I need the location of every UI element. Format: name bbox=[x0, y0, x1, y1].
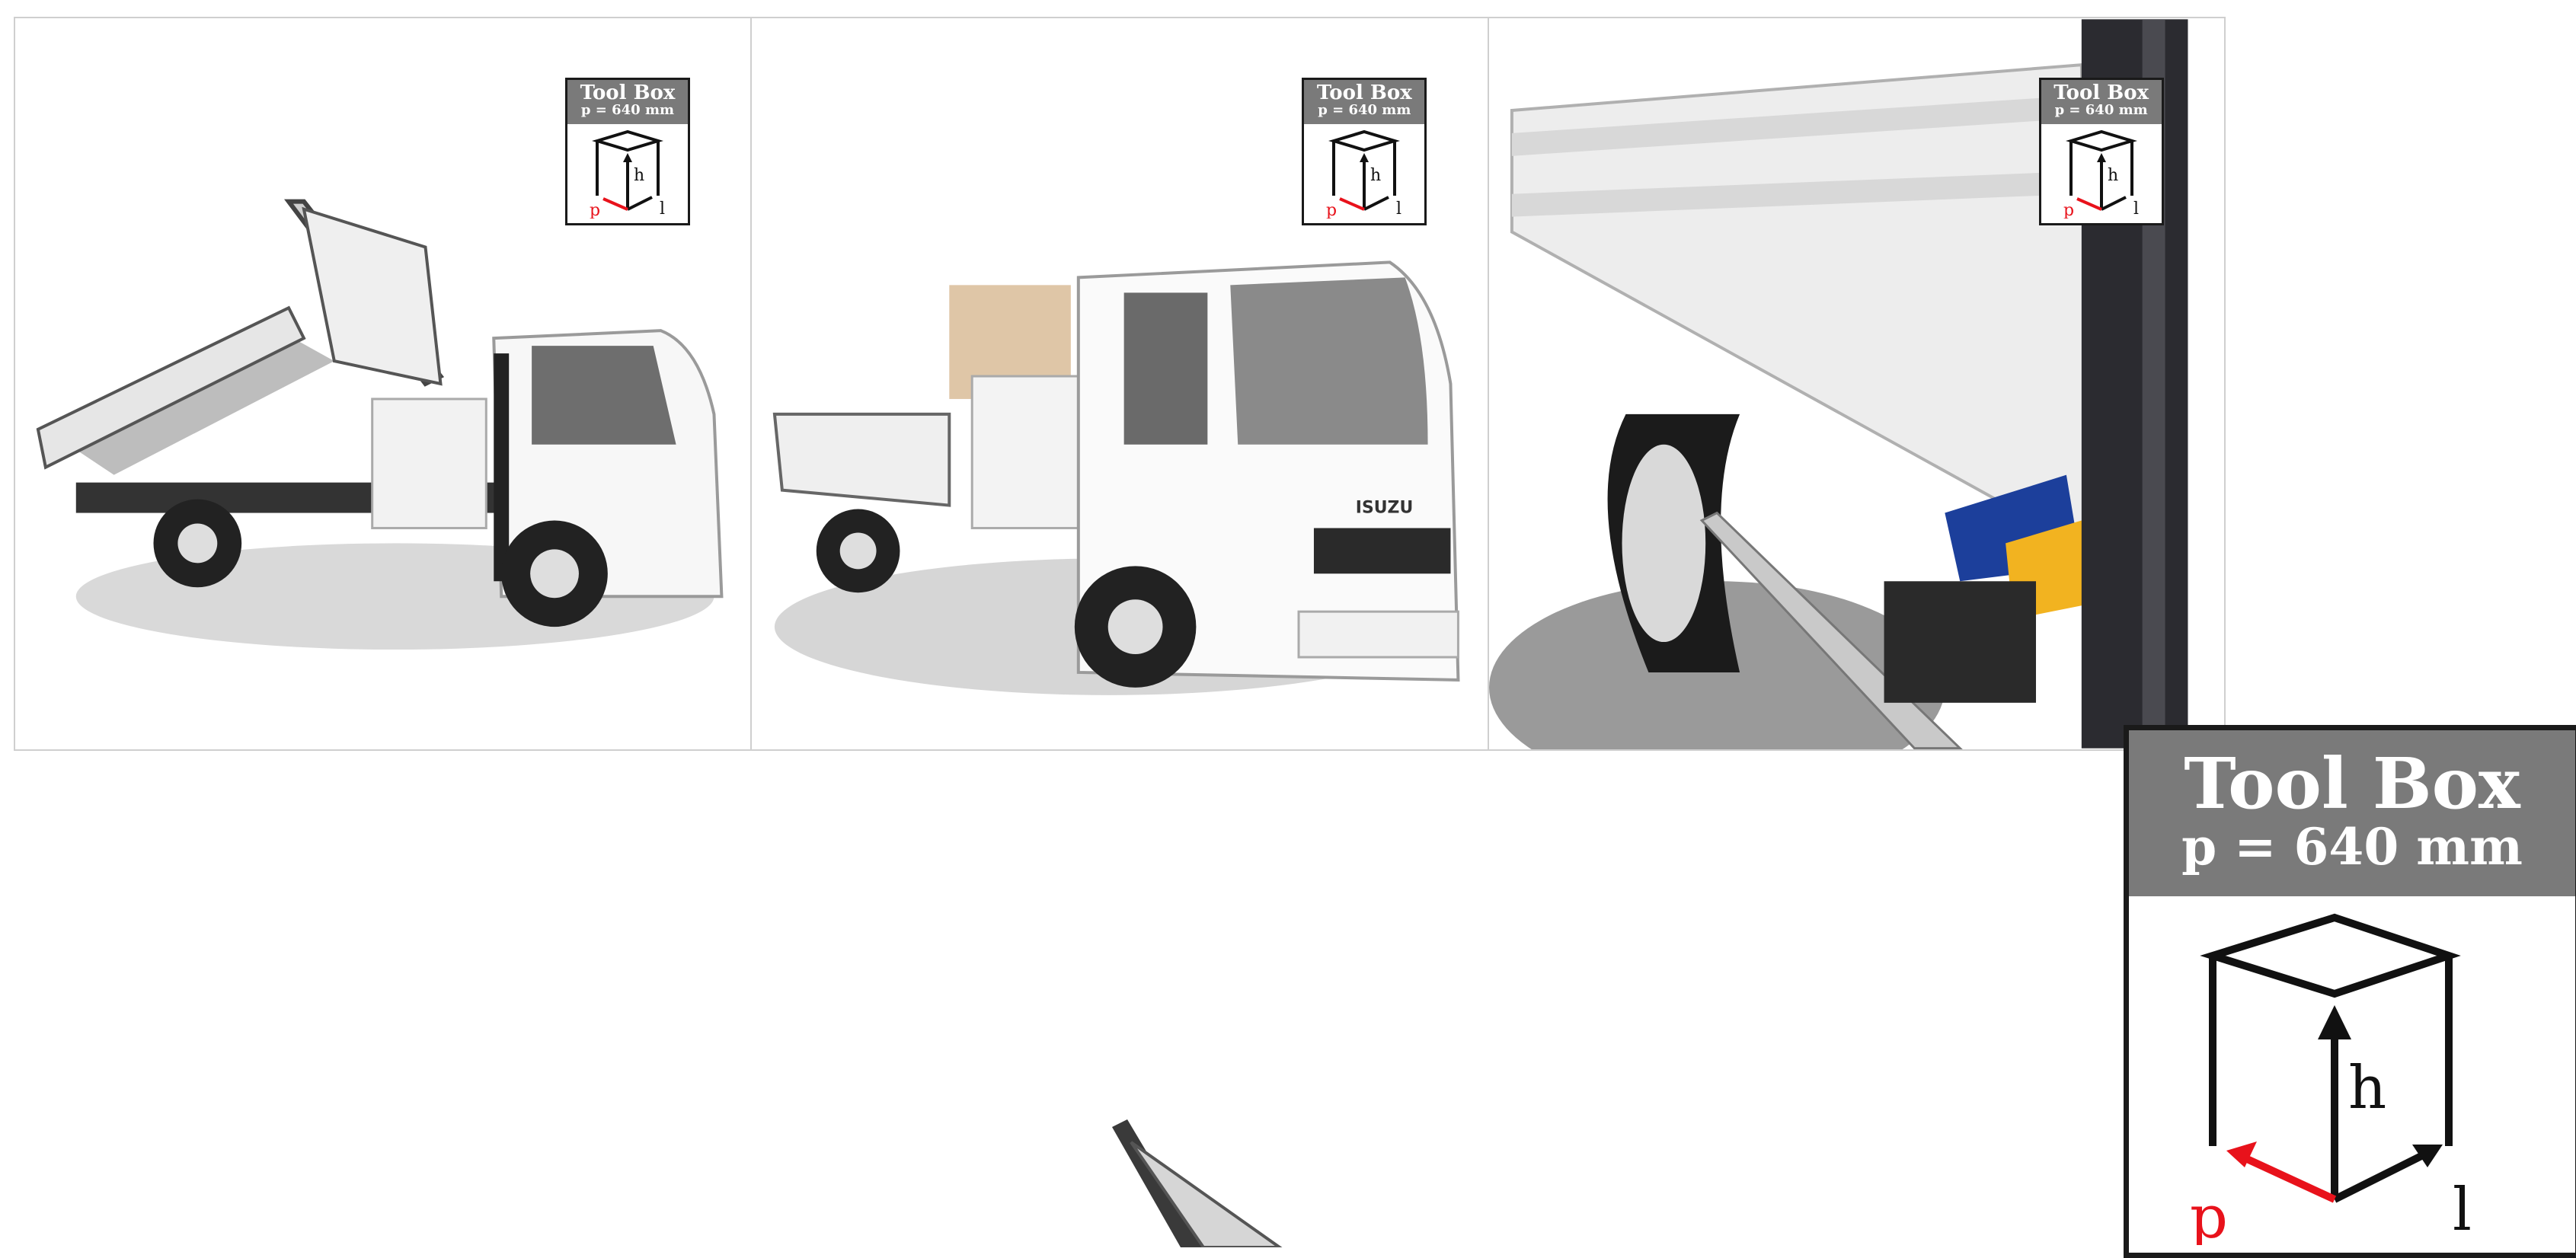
dimension-cube-icon: h l p bbox=[590, 129, 665, 219]
height-label: h bbox=[634, 166, 644, 185]
height-label: h bbox=[2348, 1054, 2386, 1122]
length-label: l bbox=[660, 200, 665, 219]
tool-box-title: Tool Box bbox=[1316, 81, 1412, 104]
dimension-cube-icon: h l p bbox=[1326, 129, 1401, 219]
length-label: l bbox=[2133, 200, 2139, 219]
depth-label: p bbox=[590, 201, 600, 219]
tool-box-zoom-title: Tool Box bbox=[2184, 742, 2520, 825]
depth-label: p bbox=[2190, 1183, 2228, 1245]
tool-box-badge: Tool Box p = 640 mm h l p bbox=[1302, 78, 1427, 225]
depth-label: p bbox=[1326, 201, 1337, 219]
next-image-preview bbox=[1112, 1119, 1283, 1247]
brand-text: ISUZU bbox=[1356, 499, 1413, 518]
height-label: h bbox=[1370, 166, 1381, 185]
tool-box-badge-zoom: Tool Box p = 640 mm h l p bbox=[2124, 725, 2576, 1258]
tool-box-depth: p = 640 mm bbox=[2054, 102, 2148, 119]
product-image-gallery: Tool Box p = 640 mm h l p ISUZU Tool Box… bbox=[14, 17, 2226, 751]
length-label: l bbox=[1396, 200, 1401, 219]
tool-box-title: Tool Box bbox=[580, 81, 676, 104]
depth-label: p bbox=[2063, 201, 2074, 219]
height-label: h bbox=[2108, 166, 2118, 185]
gallery-thumbnail-1[interactable]: Tool Box p = 640 mm h l p bbox=[15, 18, 753, 749]
length-label: l bbox=[2453, 1176, 2472, 1244]
tool-box-depth: p = 640 mm bbox=[580, 102, 675, 119]
tool-box-badge-header: Tool Box p = 640 mm bbox=[567, 80, 688, 124]
gallery-thumbnail-2[interactable]: ISUZU Tool Box p = 640 mm h l p bbox=[752, 18, 1489, 749]
gallery-thumbnail-3[interactable]: Tool Box p = 640 mm h l p bbox=[1488, 18, 2224, 749]
tool-box-badge: Tool Box p = 640 mm h l p bbox=[2038, 78, 2164, 225]
tool-box-zoom-depth: p = 640 mm bbox=[2181, 816, 2523, 876]
tool-box-badge-header: Tool Box p = 640 mm bbox=[2041, 80, 2162, 124]
tool-box-badge-zoom-header: Tool Box p = 640 mm bbox=[2129, 730, 2575, 896]
tool-box-badge: Tool Box p = 640 mm h l p bbox=[565, 78, 690, 225]
dimension-cube-icon: h l p bbox=[2190, 913, 2472, 1245]
dimension-cube-icon: h l p bbox=[2063, 129, 2139, 219]
tool-box-badge-header: Tool Box p = 640 mm bbox=[1304, 80, 1425, 124]
tool-box-title: Tool Box bbox=[2053, 81, 2149, 104]
tool-box-depth: p = 640 mm bbox=[1318, 102, 1411, 119]
